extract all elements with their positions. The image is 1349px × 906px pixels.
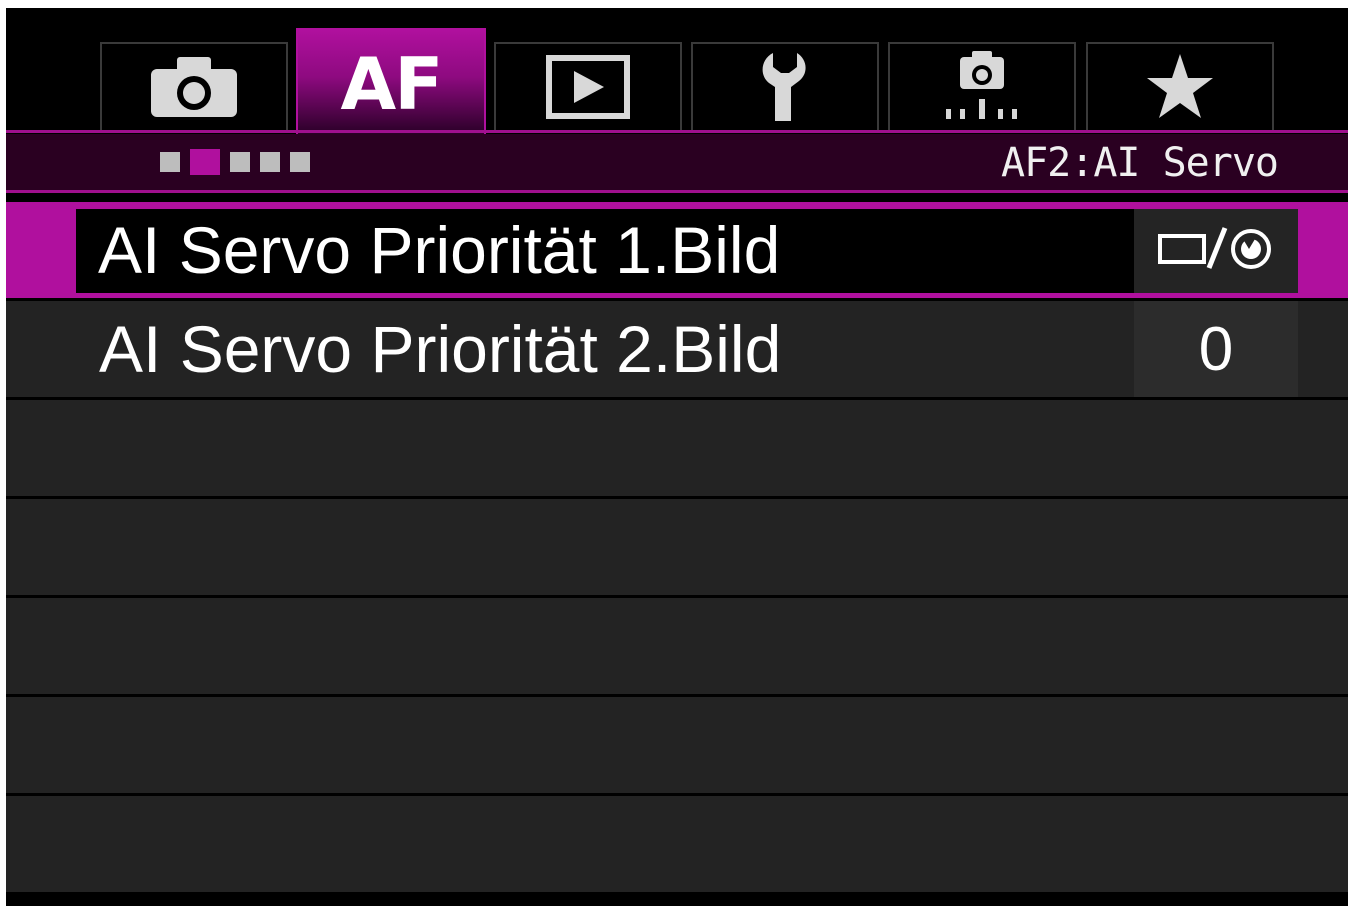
camera-menu-screen: AF AF2:AI Servo AI Servo Priorität 1.Bil… [6, 8, 1348, 906]
page-indicator [160, 149, 310, 175]
page-dot [290, 152, 310, 172]
menu-item-value [1134, 209, 1298, 293]
tab-my-menu[interactable] [1086, 42, 1274, 130]
menu-item-label: AI Servo Priorität 2.Bild [99, 312, 782, 386]
tab-setup[interactable] [691, 42, 879, 130]
release-focus-icon [1157, 224, 1275, 278]
page-dot [160, 152, 180, 172]
menu-item-label-box: AI Servo Priorität 1.Bild [76, 209, 1136, 293]
menu-item-value: 0 [1134, 301, 1298, 397]
tab-playback[interactable] [494, 42, 682, 130]
empty-menu-row [6, 400, 1348, 499]
playback-icon [546, 55, 630, 119]
tab-af-label: AF [340, 42, 444, 126]
empty-menu-row [6, 499, 1348, 598]
menu-list: AI Servo Priorität 1.Bild AI Servo Prior… [6, 202, 1348, 895]
empty-menu-row [6, 796, 1348, 895]
tab-af[interactable]: AF [296, 28, 486, 134]
tab-custom-functions[interactable] [888, 42, 1076, 130]
tab-shooting[interactable] [100, 42, 288, 130]
tab-underline [6, 130, 1348, 133]
empty-menu-row [6, 697, 1348, 796]
page-dot-active [190, 149, 220, 175]
camera-icon [149, 55, 239, 119]
custom-functions-icon [942, 49, 1022, 125]
page-dot [260, 152, 280, 172]
wrench-icon [755, 49, 815, 125]
empty-menu-row [6, 598, 1348, 697]
menu-item-priority-1[interactable]: AI Servo Priorität 1.Bild [6, 202, 1348, 301]
menu-item-priority-2[interactable]: AI Servo Priorität 2.Bild 0 [6, 301, 1348, 400]
page-dot [230, 152, 250, 172]
star-icon [1145, 52, 1215, 122]
menu-item-label: AI Servo Priorität 1.Bild [98, 213, 781, 287]
page-title: AF2:AI Servo [1001, 140, 1279, 186]
sub-header: AF2:AI Servo [6, 134, 1348, 193]
menu-item-value-text: 0 [1198, 314, 1234, 384]
menu-tab-bar: AF [6, 8, 1348, 134]
